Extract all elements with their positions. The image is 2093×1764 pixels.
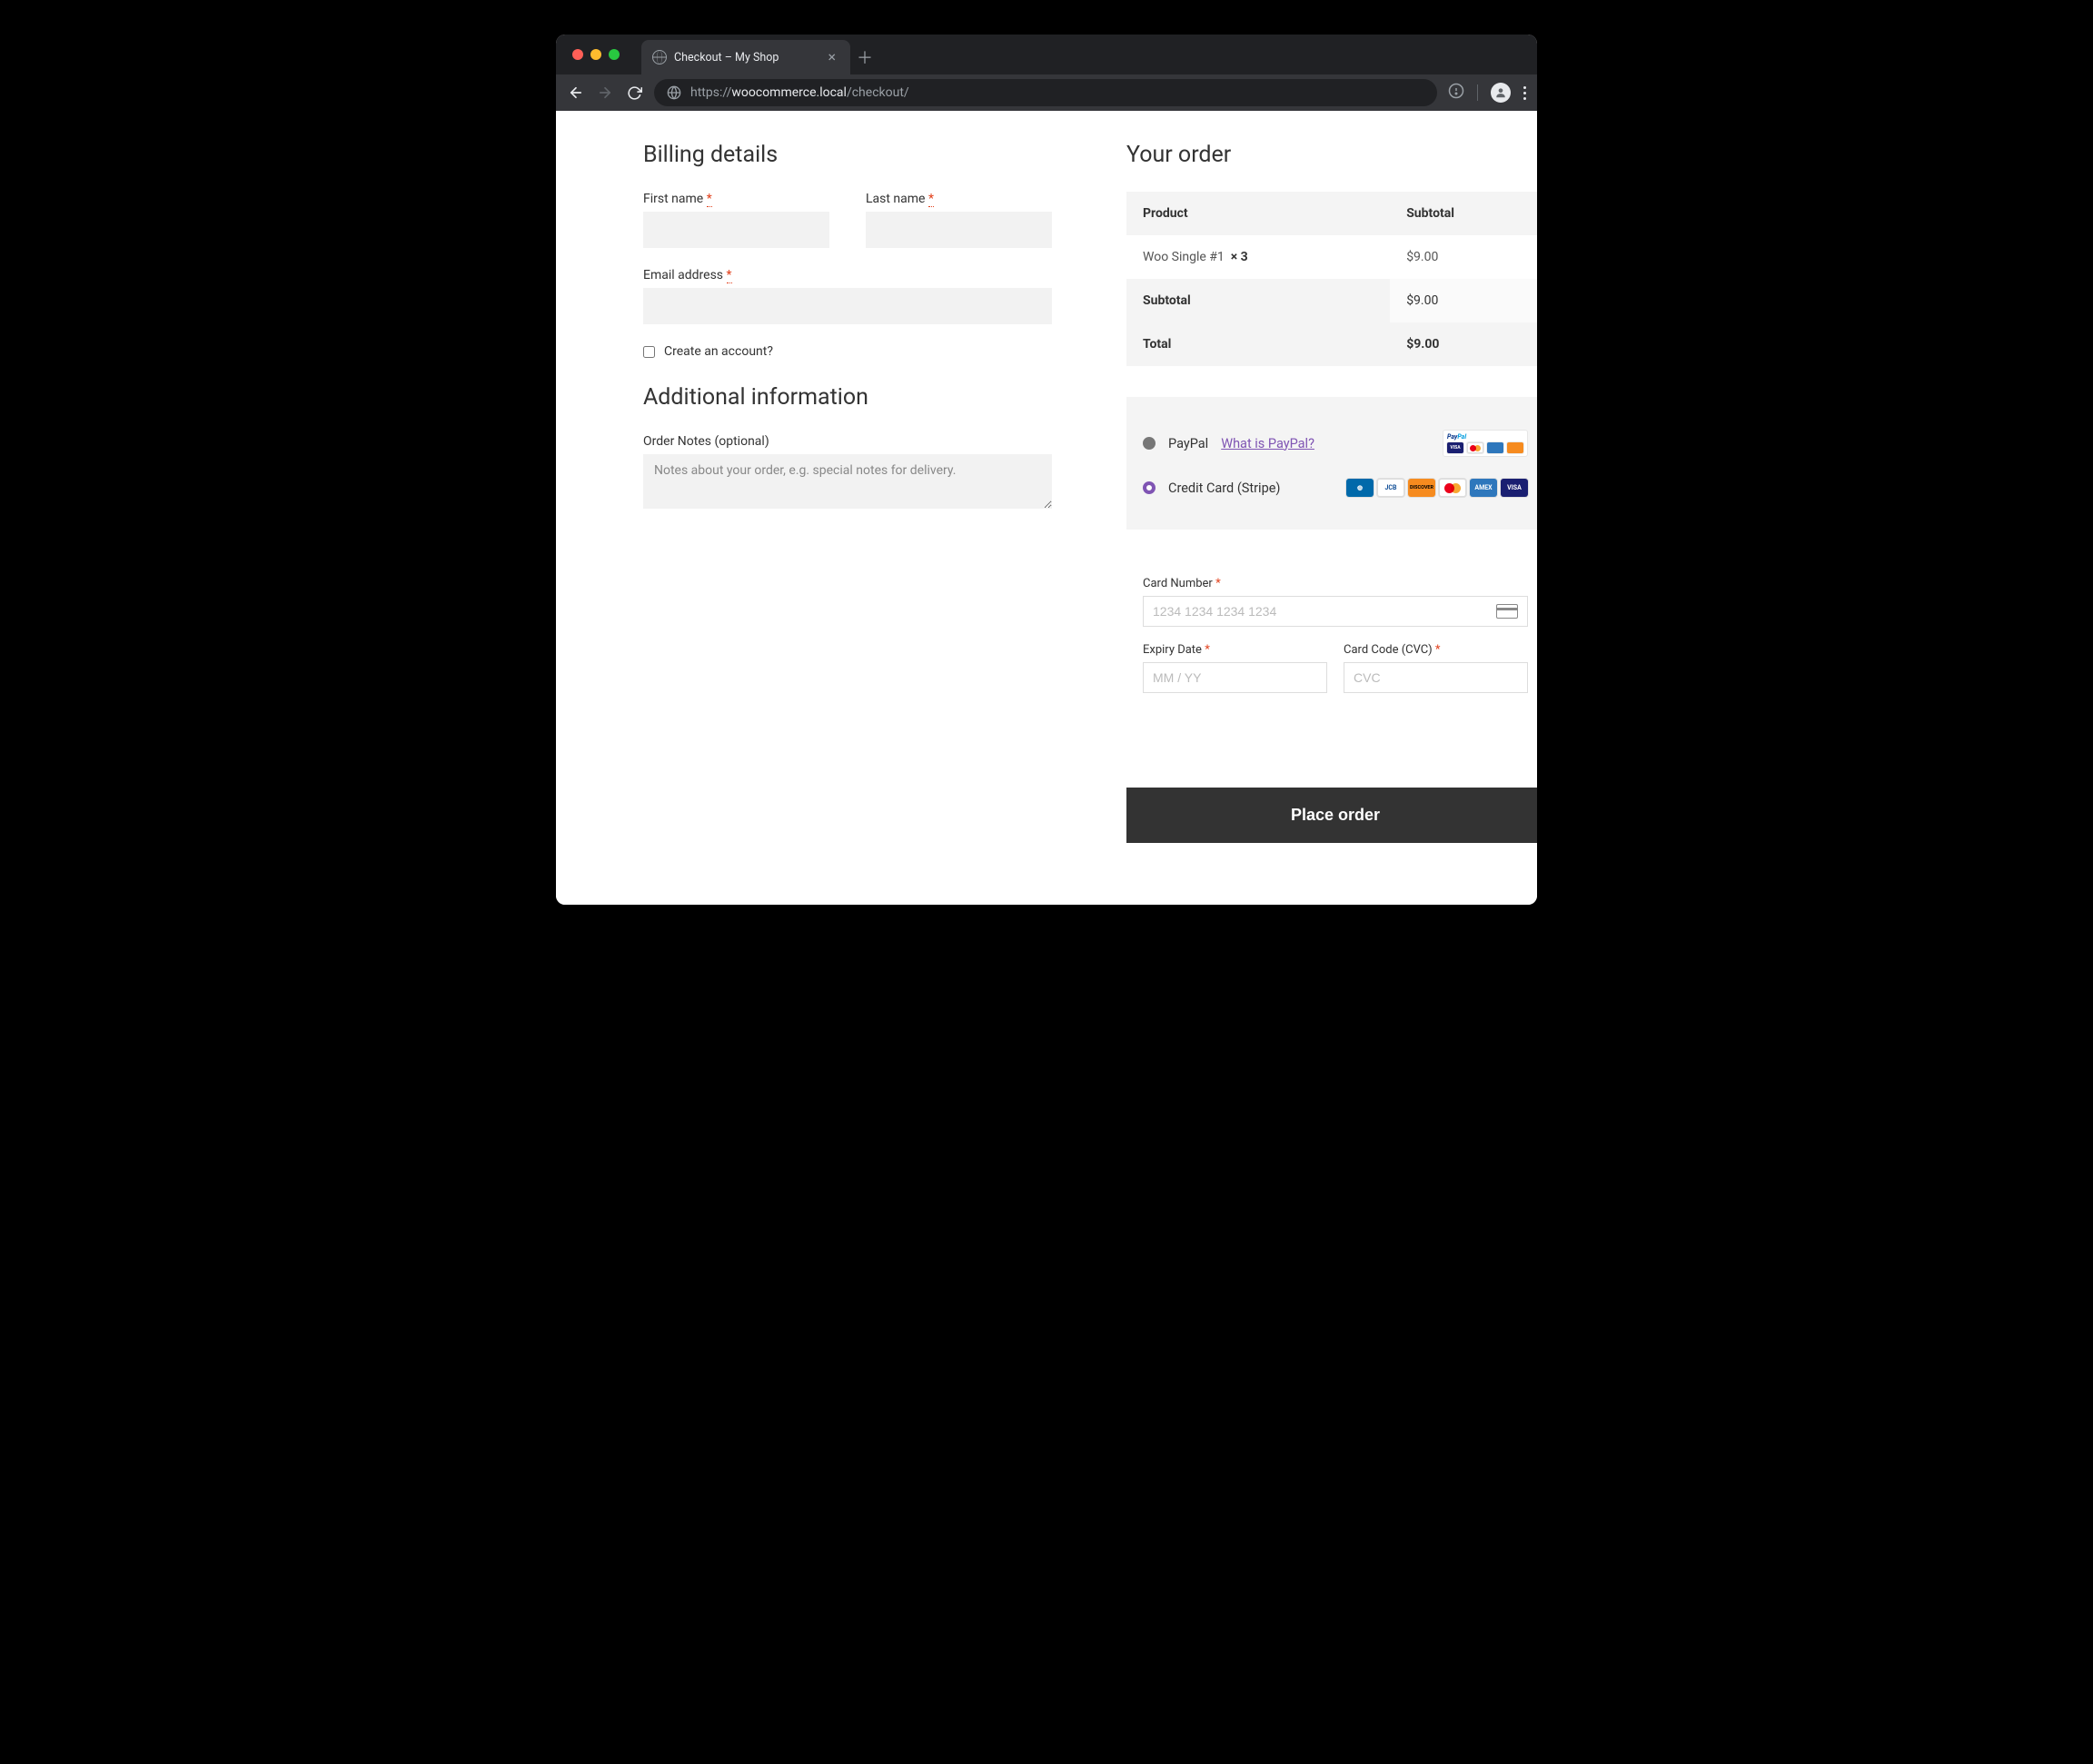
first-name-input[interactable] <box>643 212 829 248</box>
payment-method-paypal[interactable]: PayPal What is PayPal? PayPal VISA <box>1143 419 1528 468</box>
col-subtotal: Subtotal <box>1390 192 1537 235</box>
cvc-label: Card Code (CVC) * <box>1344 643 1528 657</box>
mastercard-icon <box>1439 479 1466 497</box>
reload-button[interactable] <box>625 84 643 102</box>
titlebar: Checkout – My Shop × ＋ <box>556 35 1537 74</box>
toolbar-right <box>1448 83 1526 103</box>
total-value: $9.00 <box>1390 322 1537 366</box>
discover-icon: DISCOVER <box>1408 479 1435 497</box>
paypal-radio[interactable] <box>1143 437 1156 450</box>
create-account-checkbox[interactable] <box>643 346 655 358</box>
order-column: Your order Product Subtotal Woo Single #… <box>1126 142 1537 843</box>
subtotal-label: Subtotal <box>1126 279 1390 322</box>
mastercard-icon <box>1467 442 1483 453</box>
order-review-table: Product Subtotal Woo Single #1 × 3 $9.00 <box>1126 192 1537 366</box>
first-name-field-wrap: First name * <box>643 192 829 248</box>
item-qty: × 3 <box>1231 250 1248 264</box>
amex-icon: AMEX <box>1470 479 1497 497</box>
maximize-window-button[interactable] <box>609 49 620 60</box>
item-name: Woo Single #1 <box>1143 250 1225 264</box>
item-subtotal: $9.00 <box>1390 235 1537 279</box>
total-label: Total <box>1126 322 1390 366</box>
billing-column: Billing details First name * Last name *… <box>643 142 1052 843</box>
browser-menu-button[interactable] <box>1523 86 1526 100</box>
tab-title: Checkout – My Shop <box>674 51 817 64</box>
card-number-label: Card Number * <box>1143 577 1528 590</box>
card-icon <box>1496 604 1518 619</box>
url-path: /checkout/ <box>847 85 909 100</box>
place-order-button[interactable]: Place order <box>1126 788 1537 843</box>
address-bar[interactable]: https://woocommerce.local/checkout/ <box>654 79 1437 106</box>
page-content: Billing details First name * Last name *… <box>556 111 1537 905</box>
paypal-logo-icon: PayPal VISA <box>1443 430 1528 457</box>
order-notes-wrap: Order Notes (optional) <box>643 434 1052 509</box>
email-input[interactable] <box>643 288 1052 324</box>
url-host: woocommerce.local <box>731 85 847 100</box>
last-name-input[interactable] <box>866 212 1052 248</box>
card-form: Card Number * Expiry Date * <box>1126 550 1537 746</box>
back-button[interactable] <box>567 84 585 102</box>
visa-icon: VISA <box>1447 442 1463 453</box>
last-name-field-wrap: Last name * <box>866 192 1052 248</box>
jcb-icon: JCB <box>1377 479 1404 497</box>
separator <box>1477 84 1478 101</box>
email-field-wrap: Email address * <box>643 268 1052 324</box>
last-name-label: Last name * <box>866 192 1052 206</box>
discover-icon <box>1507 442 1523 453</box>
order-notes-input[interactable] <box>643 454 1052 509</box>
visa-icon: VISA <box>1501 479 1528 497</box>
order-notes-label: Order Notes (optional) <box>643 434 1052 449</box>
additional-heading: Additional information <box>643 384 1052 411</box>
close-tab-button[interactable]: × <box>824 48 839 66</box>
col-product: Product <box>1126 192 1390 235</box>
minimize-window-button[interactable] <box>590 49 601 60</box>
create-account-label: Create an account? <box>664 344 773 359</box>
cvc-input[interactable] <box>1354 670 1518 685</box>
url-scheme: https:// <box>690 85 731 100</box>
stripe-label: Credit Card (Stripe) <box>1168 481 1280 496</box>
diners-icon: ◍ <box>1346 479 1374 497</box>
order-item-row: Woo Single #1 × 3 $9.00 <box>1126 235 1537 279</box>
paypal-label: PayPal <box>1168 436 1208 451</box>
forward-button[interactable] <box>596 84 614 102</box>
payment-method-stripe[interactable]: Credit Card (Stripe) ◍ JCB DISCOVER AMEX… <box>1143 468 1528 508</box>
expiry-input[interactable] <box>1153 670 1317 685</box>
email-label: Email address * <box>643 268 1052 282</box>
browser-tab[interactable]: Checkout – My Shop × <box>641 40 850 74</box>
new-tab-button[interactable]: ＋ <box>850 40 879 74</box>
url-text: https://woocommerce.local/checkout/ <box>690 85 909 100</box>
card-number-input[interactable] <box>1153 604 1496 619</box>
what-is-paypal-link[interactable]: What is PayPal? <box>1221 436 1314 451</box>
amex-icon <box>1487 442 1503 453</box>
subtotal-value: $9.00 <box>1390 279 1537 322</box>
first-name-label: First name * <box>643 192 829 206</box>
close-window-button[interactable] <box>572 49 583 60</box>
browser-toolbar: https://woocommerce.local/checkout/ <box>556 74 1537 111</box>
billing-heading: Billing details <box>643 142 1052 168</box>
profile-button[interactable] <box>1491 83 1511 103</box>
site-info-icon[interactable] <box>667 85 681 100</box>
create-account-row[interactable]: Create an account? <box>643 344 1052 359</box>
expiry-label: Expiry Date * <box>1143 643 1327 657</box>
payment-methods: PayPal What is PayPal? PayPal VISA <box>1126 397 1537 530</box>
site-warning-icon[interactable] <box>1448 83 1464 103</box>
window-controls <box>572 35 620 74</box>
accepted-cards: ◍ JCB DISCOVER AMEX VISA <box>1346 479 1528 497</box>
browser-window: Checkout – My Shop × ＋ https://woocommer… <box>556 35 1537 905</box>
stripe-radio[interactable] <box>1143 481 1156 494</box>
globe-icon <box>652 50 667 64</box>
order-heading: Your order <box>1126 142 1537 168</box>
